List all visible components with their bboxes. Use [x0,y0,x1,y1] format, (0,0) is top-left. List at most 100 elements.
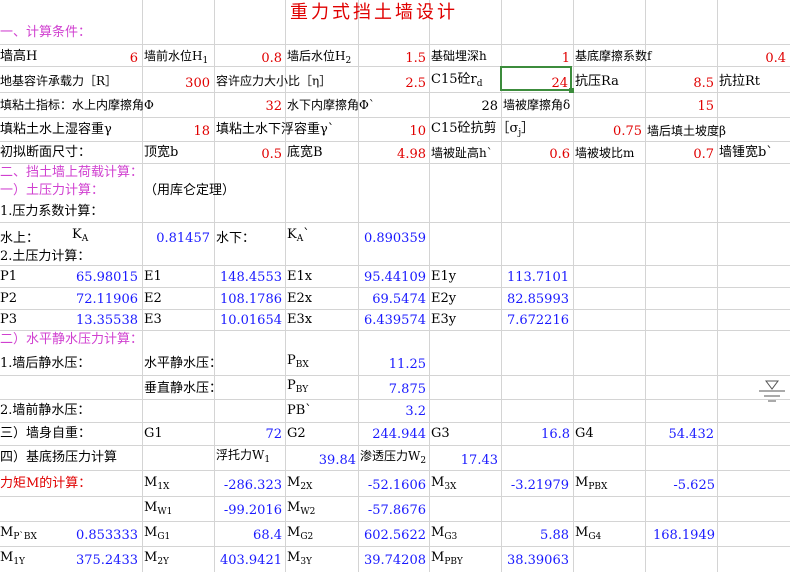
cell-moment-2x[interactable]: -52.1606 [358,479,426,492]
label-ey-2: E2y [431,291,457,306]
gridline [0,330,790,331]
cell-eyv-1[interactable]: 113.7101 [503,271,569,284]
cell-pb-prime[interactable]: 3.2 [370,405,426,418]
cell-foundation-depth[interactable]: 1 [530,52,570,65]
cell-moment-1y[interactable]: 375.2433 [70,554,138,567]
active-cell-selection[interactable] [500,66,572,91]
cell-ev-1[interactable]: 148.4553 [216,271,282,284]
cell-bottom-width[interactable]: 4.98 [384,148,426,161]
cell-wall-friction[interactable]: 15 [670,100,714,113]
cell-g2[interactable]: 244.944 [360,428,426,441]
cell-exv-1[interactable]: 95.44109 [360,271,426,284]
label-bottom-width: 底宽B [287,145,323,160]
cell-slope-ratio[interactable]: 0.7 [670,148,714,161]
label-moment-g2: MG2 [287,525,314,542]
cell-moment-pbx[interactable]: 0.853333 [70,529,138,542]
cell-stress-ratio[interactable]: 2.5 [384,77,426,90]
cell-ka-prime[interactable]: 0.890359 [360,232,426,245]
cell-moment-pbx[interactable]: -5.625 [645,479,715,492]
cell-eyv-2[interactable]: 82.85993 [503,293,569,306]
section-heading-conditions: 一、计算条件： [0,25,92,40]
cell-pv-3[interactable]: 13.35538 [60,314,138,327]
cell-ev-3[interactable]: 10.01654 [216,314,282,327]
gridline [142,0,143,572]
cell-ka[interactable]: 0.81457 [150,232,210,245]
gridline [0,422,790,423]
label-moment-1x: M1X [144,475,170,492]
cell-moment-g2[interactable]: 602.5622 [358,529,426,542]
cell-g4[interactable]: 54.432 [650,428,715,441]
label-front-hydrostatic: 2.墙前静水压： [0,403,91,418]
label-below-water: 水下： [216,231,256,246]
cell-moment-w1[interactable]: -99.2016 [214,504,282,517]
cell-moment-g3[interactable]: 5.88 [501,529,569,542]
cell-shear-strength[interactable]: 0.75 [600,125,642,138]
cell-moment-g4[interactable]: 168.1949 [645,529,715,542]
label-pb-prime: PB` [287,403,312,418]
label-moment-3y: M3Y [287,550,312,567]
cell-buoyant-unit-weight[interactable]: 10 [384,125,426,138]
label-moment-pby: MPBY [431,550,463,567]
cell-top-width[interactable]: 0.5 [240,148,282,161]
cell-pv-1[interactable]: 65.98015 [60,271,138,284]
label-moment-2x: M2X [287,475,313,492]
cell-wet-unit-weight[interactable]: 18 [170,125,210,138]
fill-handle[interactable] [569,88,574,93]
cell-g3[interactable]: 16.8 [516,428,570,441]
label-buoyancy: 浮托力W1 [216,448,271,465]
cell-compressive-strength[interactable]: 8.5 [670,77,714,90]
label-pby: PBY [287,378,309,395]
label-uplift: 四）基底扬压力计算 [0,450,118,465]
cell-pv-2[interactable]: 72.11906 [60,293,138,306]
cell-g1[interactable]: 72 [230,428,282,441]
label-concrete-density: C15砼rd [431,72,483,89]
cell-moment-pby[interactable]: 38.39063 [501,554,569,567]
label-wet-unit-weight: 填粘土水上湿容重γ [0,122,112,137]
section-heading-hydrostatic: 二）水平静水压力计算： [0,332,144,347]
cell-moment-3y[interactable]: 39.74208 [358,554,426,567]
label-buoyant-unit-weight: 填粘土水下浮容重γ` [216,122,335,137]
spreadsheet-grid[interactable]: 重力式挡土墙设计 一、计算条件： 墙高H 6 墙前水位H1 0.8 墙后水位H2… [0,0,790,572]
cell-pbx[interactable]: 11.25 [370,358,426,371]
cell-ev-2[interactable]: 108.1786 [216,293,282,306]
cell-seepage[interactable]: 17.43 [440,454,498,467]
label-shear-strength: C15砼抗剪［σj］ [431,121,535,138]
cell-moment-w2[interactable]: -57.8676 [358,504,426,517]
cell-internal-friction-below[interactable]: 28 [450,100,498,113]
cell-moment-3x[interactable]: -3.21979 [501,479,569,492]
gridline [0,546,790,547]
cell-exv-3[interactable]: 6.439574 [360,314,426,327]
label-pbx: PBX [287,353,309,370]
cell-pby[interactable]: 7.875 [370,383,426,396]
gridline [0,399,790,400]
cell-buoyancy[interactable]: 39.84 [300,454,356,467]
cell-moment-g1[interactable]: 68.4 [214,529,282,542]
cell-front-water-level[interactable]: 0.8 [240,52,282,65]
label-stress-ratio: 容许应力大小比［η］ [216,74,332,88]
label-moment-w2: MW2 [287,500,316,517]
label-wall-friction: 墙被摩擦角δ [503,98,571,112]
label-moment-w1: MW1 [144,500,173,517]
cell-wall-height[interactable]: 6 [100,52,138,65]
cell-moment-1x[interactable]: -286.323 [214,479,282,492]
label-g4: G4 [575,426,594,441]
label-seepage: 渗透压力W2 [360,449,427,466]
section-heading-earth-pressure: 一）土压力计算： [0,183,105,198]
label-bearing-capacity: 地基容许承载力［R］ [0,74,118,88]
cell-base-friction[interactable]: 0.4 [740,52,786,65]
gridline [0,163,790,164]
label-e-3: E3 [144,312,162,327]
label-moment-g3: MG3 [431,525,458,542]
gridline [0,141,790,142]
label-rear-water-level: 墙后水位H2 [287,49,352,66]
label-self-weight: 三）墙身自重： [0,426,92,441]
cell-moment-2y[interactable]: 403.9421 [214,554,282,567]
method-note: （用库仑定理） [144,183,236,198]
cell-internal-friction-above[interactable]: 32 [240,100,282,113]
cell-toe-height[interactable]: 0.6 [528,148,570,161]
cell-bearing-capacity[interactable]: 300 [170,77,210,90]
label-moment-2y: M2Y [144,550,169,567]
cell-eyv-3[interactable]: 7.672216 [503,314,569,327]
cell-exv-2[interactable]: 69.5474 [360,293,426,306]
cell-rear-water-level[interactable]: 1.5 [384,52,426,65]
